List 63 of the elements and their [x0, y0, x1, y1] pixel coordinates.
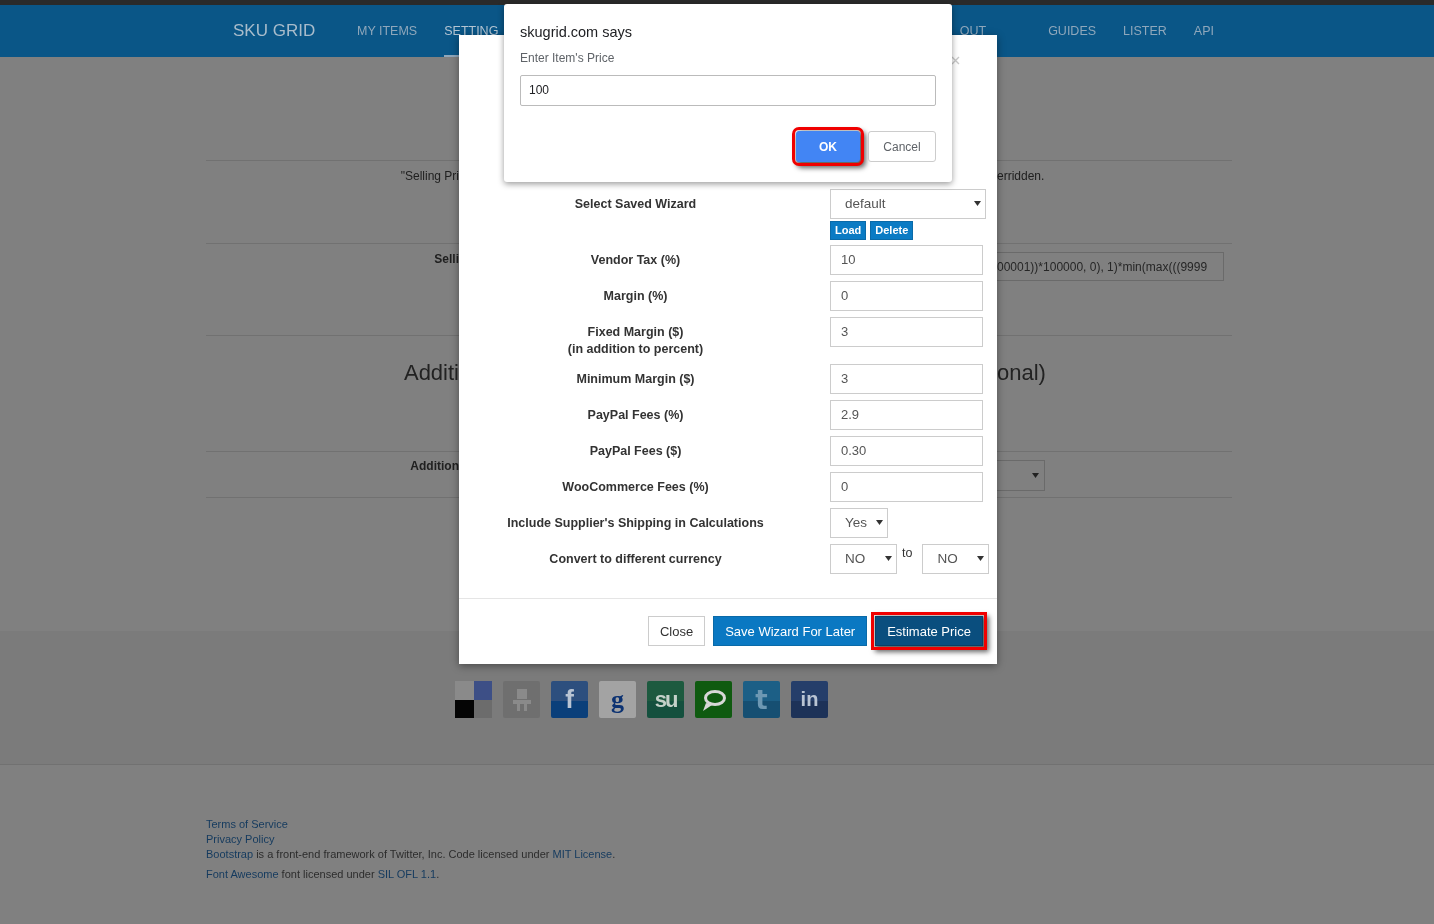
caret-icon	[1032, 473, 1039, 478]
close-icon[interactable]	[951, 56, 960, 65]
input-field[interactable]: 3	[830, 363, 983, 394]
dropdown[interactable]: Yes	[830, 507, 888, 538]
field-label: Select Saved Wizard	[574, 195, 697, 213]
nav-link[interactable]: LISTER	[1123, 5, 1167, 57]
social-icon[interactable]: su	[647, 681, 684, 718]
dialog-title: skugrid.com says	[520, 24, 633, 40]
cancel-button[interactable]: Cancel	[868, 131, 936, 162]
license-text: Font Awesome font licensed under SIL OFL 1.1.	[206, 868, 440, 880]
license-text: Bootstrap is a front-end framework of Twitter, Inc. Code licensed under MIT License.	[206, 848, 616, 860]
field-label: WooCommerce Fees (%)	[562, 478, 709, 496]
field-label: Minimum Margin ($)	[576, 370, 695, 388]
delete-button[interactable]: Delete	[870, 220, 914, 240]
caret-icon	[876, 520, 883, 526]
price-input[interactable]: 100	[520, 75, 936, 106]
brand-logo[interactable]: SKU GRID	[233, 21, 357, 41]
caret-icon	[977, 556, 985, 562]
prompt-message: Enter Item's Price	[520, 51, 616, 65]
field-label: Addition	[410, 459, 459, 473]
input-field[interactable]: 3	[830, 316, 983, 347]
to-label: to	[902, 545, 913, 560]
field-label: Include Supplier's Shipping in Calculations	[507, 514, 764, 532]
formula-field[interactable]: 00001))*100000, 0), 1)*min(max(((9999	[997, 252, 1224, 281]
field-label: PayPal Fees (%)	[587, 406, 684, 424]
field-label: Selli	[434, 252, 459, 266]
section-heading: Additi	[403, 360, 459, 386]
section-heading: onal)	[997, 360, 1046, 386]
input-field[interactable]: 2.9	[830, 399, 983, 430]
footer-link[interactable]: Terms of Service	[206, 818, 288, 830]
notice-text: erridden.	[997, 169, 1045, 183]
field-label: PayPal Fees ($)	[589, 442, 682, 460]
caret-icon	[885, 556, 892, 562]
field-label: Vendor Tax (%)	[590, 251, 681, 269]
nav-link[interactable]: GUIDES	[1048, 5, 1097, 57]
dropdown[interactable]: NO	[830, 543, 897, 574]
field-label: Margin (%)	[603, 287, 668, 305]
figure-icon[interactable]	[503, 681, 540, 718]
dropdown[interactable]: NO	[922, 543, 990, 574]
input-field[interactable]: 0.30	[830, 435, 983, 466]
field-label: Convert to different currency	[549, 550, 722, 568]
field-label: (in addition to percent)	[567, 340, 704, 358]
caret-icon	[974, 201, 981, 207]
footer-link[interactable]: MIT License	[552, 848, 613, 860]
input-field[interactable]: 0	[830, 280, 983, 311]
save-button[interactable]: Save Wizard For Later	[713, 616, 868, 647]
social-icon[interactable]: f	[551, 681, 588, 718]
input-field[interactable]: 10	[830, 244, 983, 275]
nav-link[interactable]: MY ITEMS	[357, 5, 418, 57]
social-icon[interactable]: g	[599, 681, 636, 718]
load-button[interactable]: Load	[830, 220, 867, 240]
footer-link[interactable]: Privacy Policy	[206, 833, 275, 845]
footer-link[interactable]: Bootstrap	[206, 848, 254, 860]
input-field[interactable]: 0	[830, 471, 983, 502]
field-label: Fixed Margin ($)	[587, 323, 684, 341]
footer-link[interactable]: Font Awesome	[206, 868, 279, 880]
notice-text: "Selling Pri	[400, 169, 459, 183]
checker-icon[interactable]	[455, 681, 492, 718]
dropdown[interactable]: default	[830, 188, 986, 219]
nav-link[interactable]: API	[1193, 5, 1214, 57]
speech-bubble-icon[interactable]	[695, 681, 732, 718]
close-button[interactable]: Close	[647, 616, 706, 647]
social-icon[interactable]: in	[791, 681, 828, 718]
